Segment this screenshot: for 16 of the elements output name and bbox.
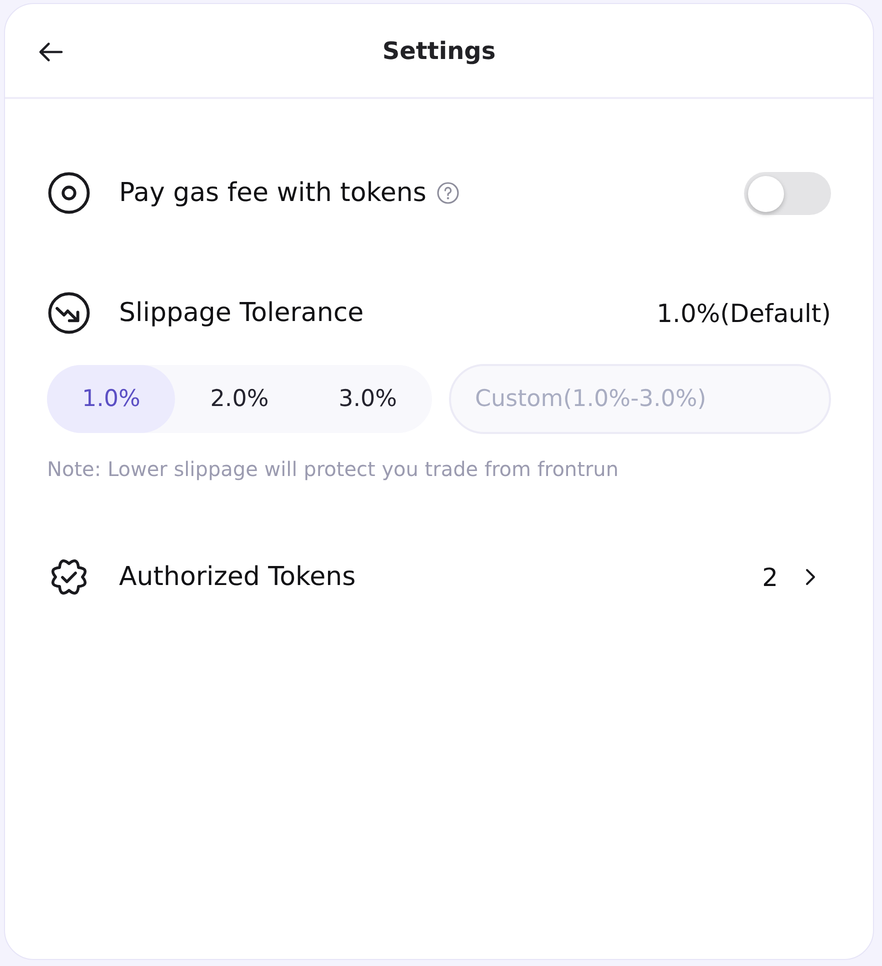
setting-label: Pay gas fee with tokens: [119, 178, 426, 208]
token-count: 2: [762, 562, 778, 592]
toggle-switch[interactable]: [744, 172, 831, 214]
custom-slippage-field[interactable]: Custom(1.0%-3.0%): [449, 364, 831, 434]
slippage-note: Note: Lower slippage will protect you trade from frontrun: [47, 456, 620, 482]
slippage-value: 1.0%(Default): [656, 298, 831, 328]
setting-label: Authorized Tokens: [119, 562, 356, 592]
page-title: Settings: [382, 36, 496, 64]
help-icon[interactable]: [436, 181, 460, 205]
target-circle-icon: [47, 171, 91, 215]
chevron-right-icon[interactable]: [804, 568, 817, 586]
trend-down-circle-icon: [47, 291, 91, 335]
setting-label: Slippage Tolerance: [119, 298, 364, 328]
slippage-option[interactable]: 2.0%: [175, 365, 304, 433]
slippage-option[interactable]: 3.0%: [304, 365, 432, 433]
slippage-option[interactable]: 1.0%: [47, 365, 176, 433]
